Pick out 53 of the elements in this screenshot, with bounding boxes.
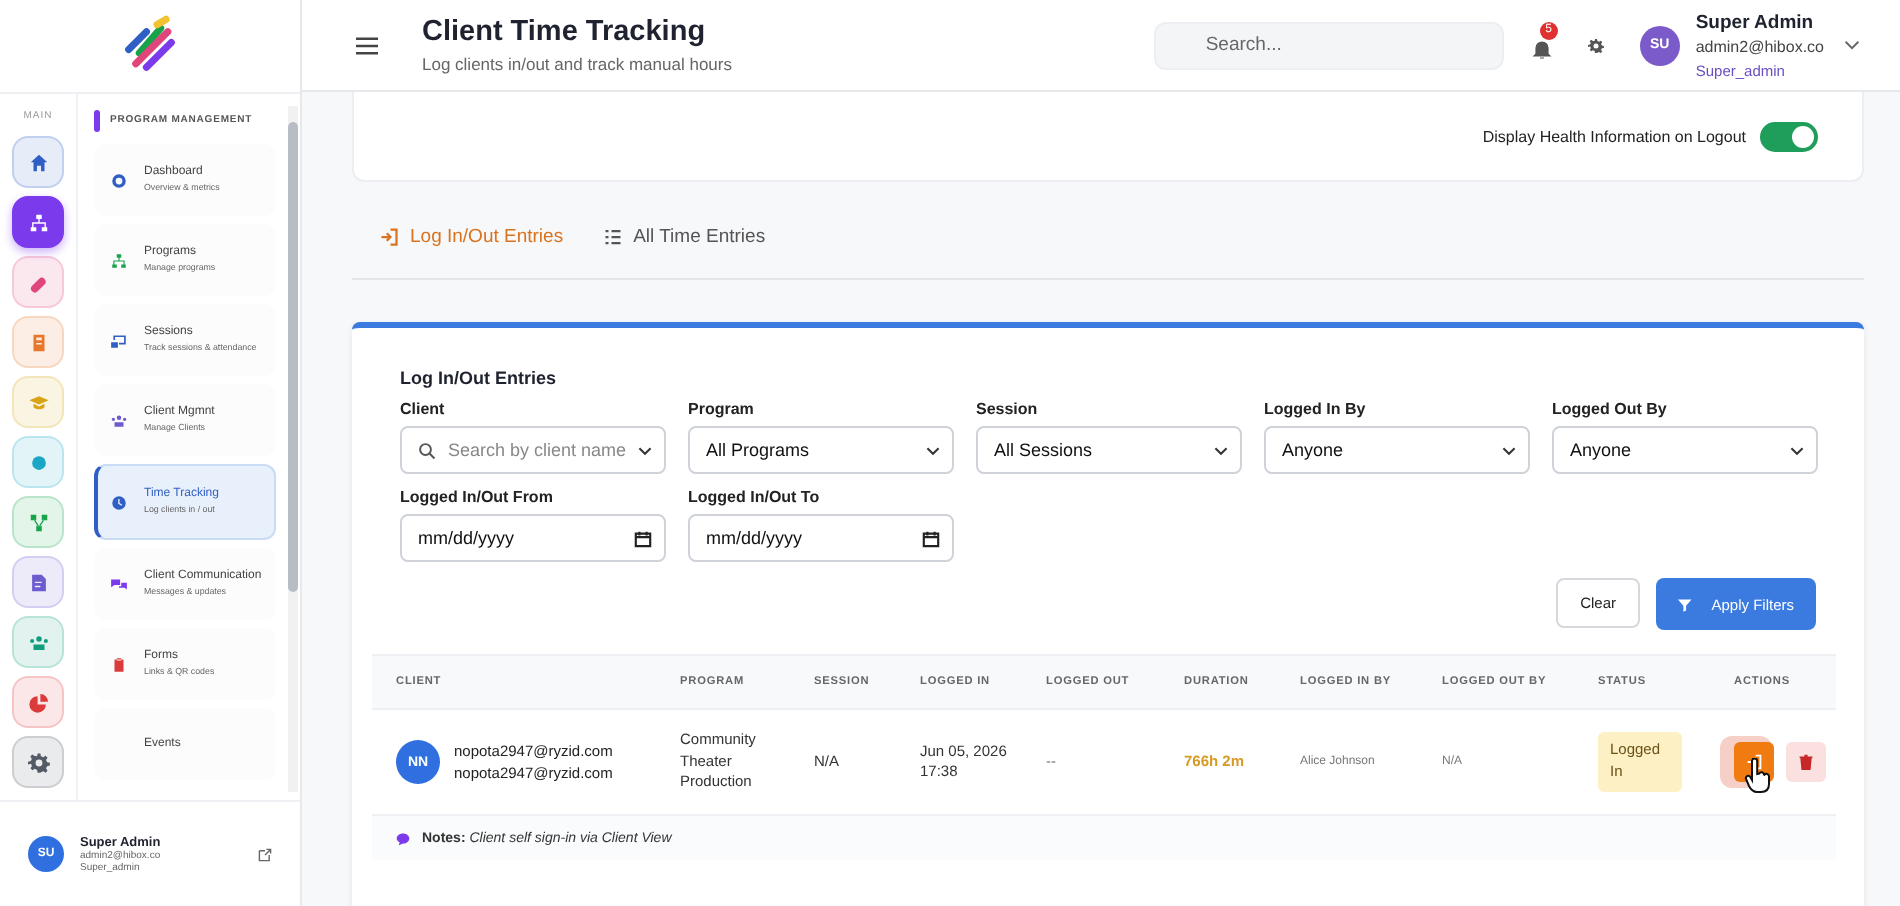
field-label: Client — [400, 400, 447, 418]
nav-button[interactable] — [12, 196, 64, 248]
field-label: Program — [688, 400, 756, 418]
external-link-icon[interactable] — [258, 847, 272, 861]
delete-button[interactable] — [1786, 742, 1826, 782]
calendar-icon — [922, 529, 940, 547]
chevron-down-icon — [1214, 445, 1228, 455]
trash-icon — [1798, 754, 1814, 770]
select-field[interactable]: Anyone — [1552, 426, 1818, 474]
select-field[interactable]: Anyone — [1264, 426, 1530, 474]
select-field[interactable]: All Sessions — [976, 426, 1242, 474]
hand-cursor-icon — [1744, 758, 1772, 794]
field-label: Session — [976, 400, 1040, 418]
field-label: Logged In By — [1264, 400, 1368, 418]
toggle-label: Display Health Information on Logout — [1482, 127, 1746, 145]
users-icon — [110, 411, 128, 429]
select-field[interactable]: All Programs — [688, 426, 954, 474]
toggle-switch[interactable] — [1760, 121, 1818, 151]
chevron-down-icon — [638, 445, 652, 455]
sign-in-icon — [380, 228, 398, 246]
chevron-down-icon — [1790, 445, 1804, 455]
clipboard-icon — [110, 655, 128, 673]
chat-icon — [396, 831, 410, 845]
field-label: Logged Out By — [1552, 400, 1669, 418]
monitor-icon — [110, 331, 128, 349]
user-name: Super Admin — [1695, 11, 1816, 33]
date-field[interactable]: mm/dd/yyyy — [400, 514, 666, 562]
menu-icon[interactable] — [356, 35, 378, 55]
search-icon — [418, 441, 436, 459]
search-field[interactable]: Search... — [1153, 21, 1504, 69]
chevron-down-icon — [926, 445, 940, 455]
page-subtitle: Log clients in/out and track manual hours — [422, 54, 734, 74]
chevron-down-icon — [1502, 445, 1516, 455]
search-field[interactable]: Search by client name — [400, 426, 666, 474]
sign-in-icon — [1746, 754, 1762, 770]
list-icon — [603, 228, 622, 246]
field-label: Logged In/Out To — [688, 488, 822, 506]
date-field[interactable]: mm/dd/yyyy — [688, 514, 954, 562]
hierarchy-icon — [110, 251, 128, 269]
filter-icon — [1678, 597, 1692, 611]
chevron-down-icon[interactable] — [1844, 40, 1860, 50]
settings-icon[interactable] — [1587, 37, 1604, 53]
clock-icon — [110, 493, 128, 511]
user-email: admin2@hibox.co — [1695, 37, 1824, 55]
field-label: Logged In/Out From — [400, 488, 555, 506]
tab[interactable]: All Time Entries — [603, 218, 766, 254]
bell-icon[interactable] — [1531, 39, 1552, 59]
chat-icon — [110, 575, 128, 593]
hierarchy-icon — [27, 211, 49, 233]
section-title: Log In/Out Entries — [400, 368, 558, 388]
scrollbar[interactable] — [288, 106, 298, 792]
calendar-icon — [634, 529, 652, 547]
page-title: Client Time Tracking — [422, 16, 708, 48]
